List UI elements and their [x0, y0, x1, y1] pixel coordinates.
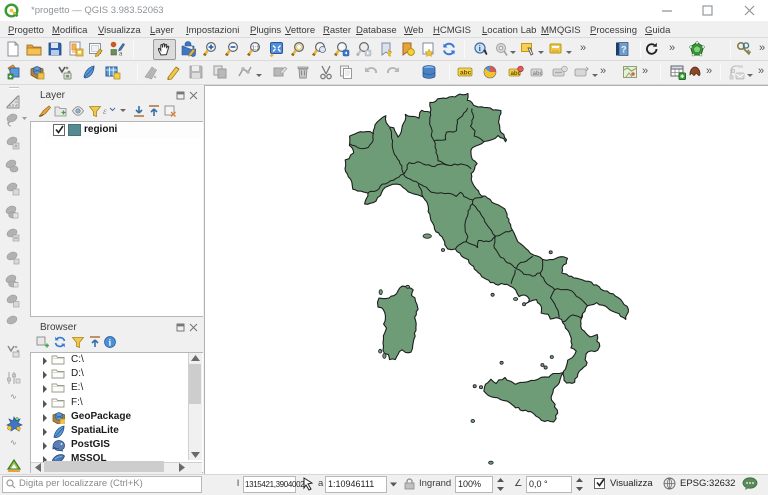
- svg-text:a: a: [119, 52, 123, 58]
- svg-text:abc: abc: [533, 71, 544, 77]
- svg-text:?: ?: [621, 45, 627, 55]
- svg-text:abc: abc: [460, 70, 472, 77]
- svg-text:ε: ε: [103, 106, 107, 116]
- svg-text:1:1: 1:1: [252, 45, 260, 51]
